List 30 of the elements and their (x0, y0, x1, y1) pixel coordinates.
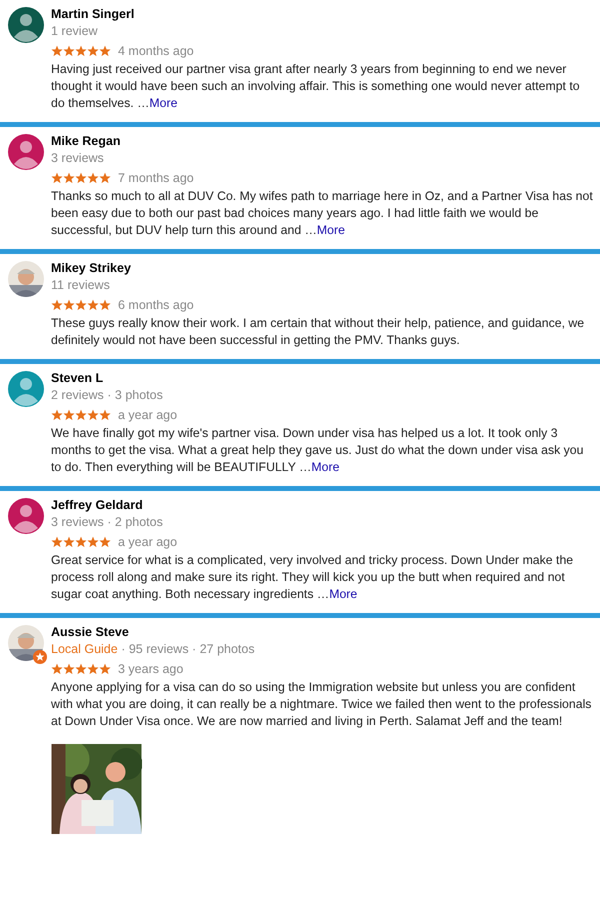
review-date: 3 years ago (118, 662, 184, 676)
more-link[interactable]: More (329, 587, 358, 601)
review-date: a year ago (118, 535, 178, 549)
reviewer-name[interactable]: Mike Regan (51, 133, 594, 149)
review-date: 7 months ago (118, 171, 194, 185)
reviewer-name[interactable]: Martin Singerl (51, 6, 594, 22)
review-text: Having just received our partner visa grant after nearly 3 years from beginning to end we never thought it would have been such an involving affair. This is something one would never attempt to do themselves. …More (51, 61, 581, 112)
reviewer-name[interactable]: Steven L (51, 370, 594, 386)
local-guide-label: Local Guide (51, 642, 118, 656)
review-text: We have finally got my wife's partner visa. Down under visa has helped us a lot. It took only 3 months to get the visa. What a great help they gave us. Just do what the down under visa ask you to do. Then everything will be BEAUTIFULLY …More (51, 425, 584, 476)
review-count: 1 review (51, 24, 98, 38)
review-date: 6 months ago (118, 298, 194, 312)
review-text: These guys really know their work. I am certain that without their help, patience, and guidance, we definitely would not have been successful in getting the PMV. Thanks guys. (51, 315, 586, 349)
review-count: 11 reviews (51, 278, 110, 292)
review-count: 3 reviews (51, 151, 104, 165)
more-link[interactable]: More (149, 96, 178, 110)
reviewer-name[interactable]: Jeffrey Geldard (51, 497, 594, 513)
review-date: 4 months ago (118, 44, 194, 58)
review-count: · 95 reviews · 27 photos (121, 642, 255, 656)
review-count: 3 reviews · 2 photos (51, 515, 163, 529)
review-text: Anyone applying for a visa can do so using the Immigration website but unless you are confident with what you are doing, it can really be a nightmare. Twice we failed then went to the professionals at Down Under Visa once. We are now married and living in Perth. Salamat Jeff and the team! (51, 679, 592, 730)
star-badge-icon (33, 650, 47, 664)
more-link[interactable]: More (316, 223, 345, 237)
review-text: Thanks so much to all at DUV Co. My wifes path to marriage here in Oz, and a Partner Visa has not been easy due to both our past bad choices many years ago. I had little faith we would be successful, but DUV help turn this around and …More (51, 188, 594, 239)
reviewer-name[interactable]: Mikey Strikey (51, 260, 594, 276)
review-date: a year ago (118, 408, 178, 422)
reviewer-name[interactable]: Aussie Steve (51, 624, 594, 640)
more-link[interactable]: More (311, 460, 340, 474)
review-count: 2 reviews · 3 photos (51, 388, 163, 402)
review-text: Great service for what is a complicated, very involved and tricky process. Down Under make the process roll along and make sure its right. They will kick you up the butt when required and not sugar coat anything. Both necessary ingredients …More (51, 552, 574, 603)
